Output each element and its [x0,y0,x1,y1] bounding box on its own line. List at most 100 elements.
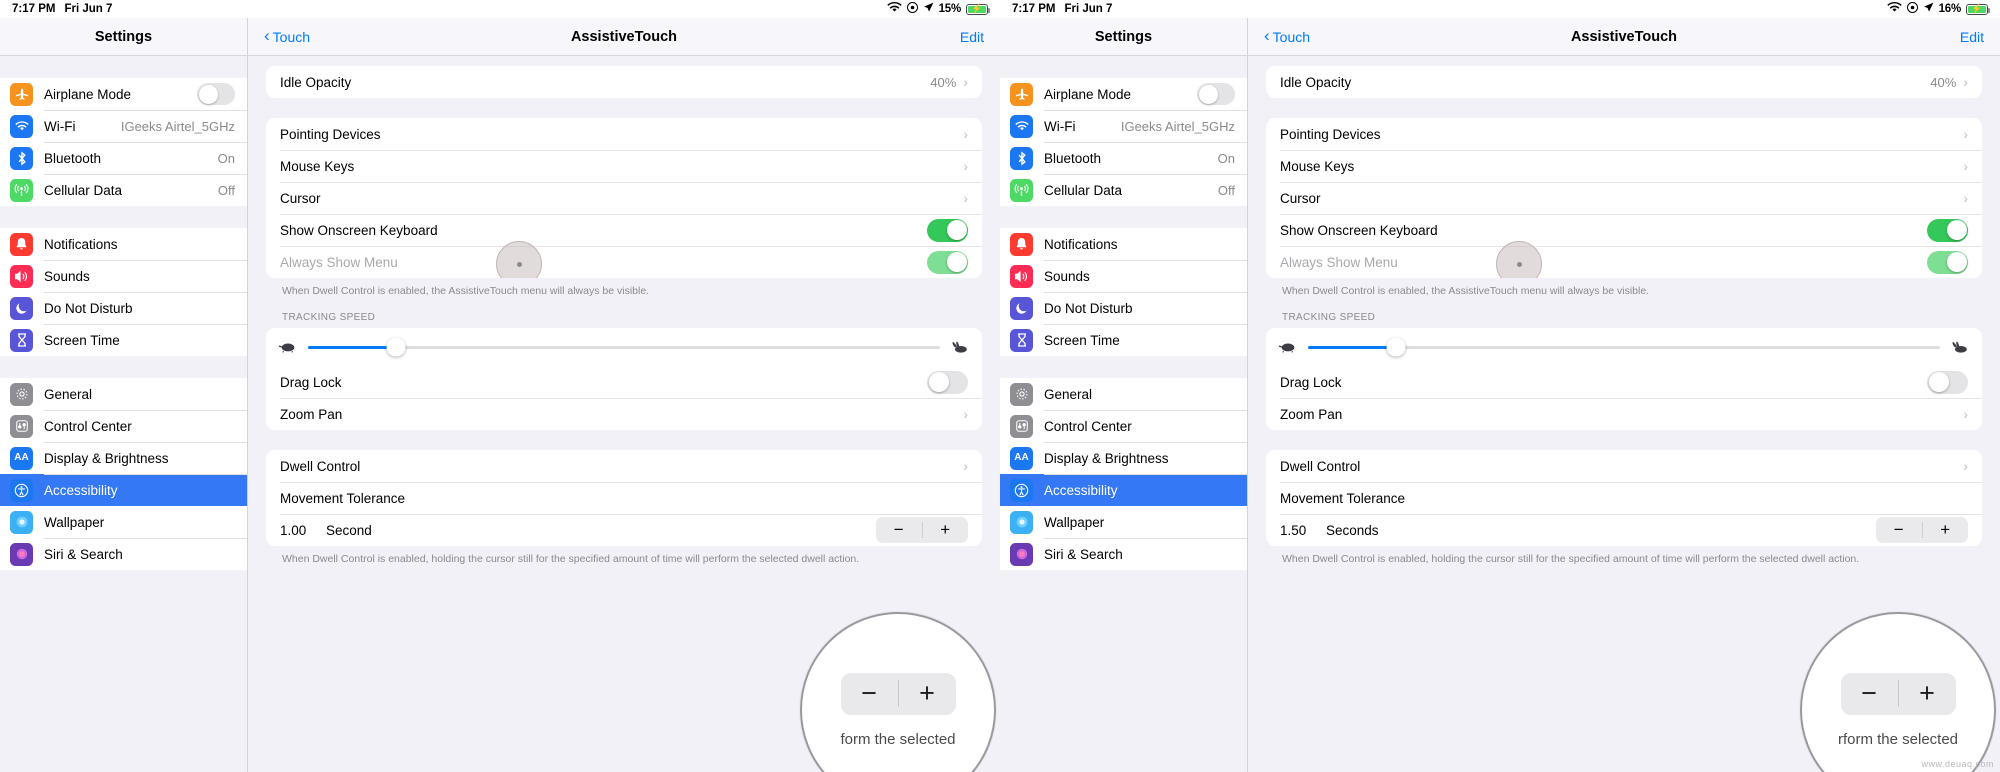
row-drag-lock[interactable]: Drag Lock [266,366,982,398]
sidebar-item-label: Do Not Disturb [1044,300,1133,316]
sidebar-item-display-brightness[interactable]: AA Display & Brightness [0,442,247,474]
sidebar-item-label: Control Center [1044,418,1132,434]
sidebar-item-wallpaper[interactable]: Wallpaper [1000,506,1247,538]
row-mouse-keys[interactable]: Mouse Keys › [1266,150,1982,182]
drag-lock-switch[interactable] [1927,370,1968,394]
row-idle-opacity[interactable]: Idle Opacity 40% › [266,66,982,98]
edit-button[interactable]: Edit [960,29,984,45]
tolerance-increment-button[interactable]: + [1923,517,1969,543]
show-onscreen-keyboard-switch[interactable] [927,218,968,242]
sidebar-item-wifi[interactable]: Wi-Fi IGeeks Airtel_5GHz [0,110,247,142]
row-always-show-menu[interactable]: Always Show Menu [266,241,982,278]
sidebar-item-do-not-disturb[interactable]: Do Not Disturb [1000,292,1247,324]
row-label: Always Show Menu [280,254,398,270]
cellular-icon [10,178,33,202]
chevron-right-icon: › [1963,126,1968,142]
sidebar-item-sounds[interactable]: Sounds [0,260,247,292]
magnified-stepper[interactable]: − + [1840,672,1956,715]
airplane-mode-toggle[interactable] [1197,83,1235,105]
airplane-mode-toggle[interactable] [197,83,235,105]
sidebar-item-wifi[interactable]: Wi-Fi IGeeks Airtel_5GHz [1000,110,1247,142]
sidebar-item-bluetooth[interactable]: Bluetooth On [1000,142,1247,174]
magnifier-callout: − + form the selected [800,612,996,772]
sidebar-item-airplane-mode[interactable]: Airplane Mode [0,78,247,110]
tolerance-decrement-button[interactable]: − [876,517,922,543]
row-idle-opacity[interactable]: Idle Opacity 40% › [1266,66,1982,98]
drag-lock-switch[interactable] [927,370,968,394]
tolerance-stepper[interactable]: − + [1876,517,1969,544]
tracking-speed-slider[interactable] [1308,337,1940,357]
rabbit-icon [950,340,970,354]
sidebar-item-sounds[interactable]: Sounds [1000,260,1247,292]
tracking-speed-slider[interactable] [308,337,940,357]
chevron-right-icon: › [1963,190,1968,206]
row-dwell-control[interactable]: Dwell Control › [1266,450,1982,482]
sidebar-item-siri-search[interactable]: Siri & Search [1000,538,1247,570]
sidebar-item-screen-time[interactable]: Screen Time [1000,324,1247,356]
magnified-decrement-button[interactable]: − [1841,673,1898,715]
edit-button[interactable]: Edit [1960,29,1984,45]
row-cursor[interactable]: Cursor › [266,182,982,214]
sidebar-item-display-brightness[interactable]: AA Display & Brightness [1000,442,1247,474]
sidebar-item-control-center[interactable]: Control Center [0,410,247,442]
sidebar-item-cellular-data[interactable]: Cellular Data Off [0,174,247,206]
row-dwell-control[interactable]: Dwell Control › [266,450,982,482]
sidebar-item-accessibility[interactable]: Accessibility [0,474,247,506]
row-pointing-devices[interactable]: Pointing Devices › [266,118,982,150]
cellular-value: Off [1217,182,1235,198]
screen-panel-right: 7:17 PM Fri Jun 7 16% ⚡ Settings Airplan… [1000,0,2000,772]
row-movement-tolerance[interactable]: Movement Tolerance [266,482,982,514]
tolerance-stepper[interactable]: − + [876,517,969,544]
sidebar-item-label: Wi-Fi [1044,118,1076,134]
tolerance-increment-button[interactable]: + [923,517,969,543]
sidebar-item-notifications[interactable]: Notifications [0,228,247,260]
magnified-increment-button[interactable]: + [1899,673,1956,715]
back-button-touch[interactable]: ‹ Touch [1264,27,1310,45]
sidebar-item-control-center[interactable]: Control Center [1000,410,1247,442]
magnified-increment-button[interactable]: + [899,673,956,715]
status-bar: 7:17 PM Fri Jun 7 15% ⚡ [0,0,1000,18]
row-drag-lock[interactable]: Drag Lock [1266,366,1982,398]
always-show-menu-switch[interactable] [927,250,968,274]
sidebar-item-accessibility[interactable]: Accessibility [1000,474,1247,506]
sidebar-item-general[interactable]: General [1000,378,1247,410]
back-button-label: Touch [272,28,311,45]
always-show-menu-switch[interactable] [1927,250,1968,274]
row-show-onscreen-keyboard[interactable]: Show Onscreen Keyboard [1266,214,1982,246]
row-always-show-menu[interactable]: Always Show Menu [1266,241,1982,278]
status-bar-left: 7:17 PM Fri Jun 7 [12,3,112,15]
wifi-network-value: IGeeks Airtel_5GHz [1120,118,1235,134]
sidebar-item-airplane-mode[interactable]: Airplane Mode [1000,78,1247,110]
row-label: Zoom Pan [1280,406,1343,422]
sidebar-title: Settings [0,18,247,56]
chevron-right-icon: › [963,458,968,475]
magnified-decrement-button[interactable]: − [841,673,898,715]
magnified-stepper[interactable]: − + [840,672,956,715]
dwell-control-card: Dwell Control › Movement Tolerance 1.00 … [266,450,982,547]
row-cursor[interactable]: Cursor › [1266,182,1982,214]
row-zoom-pan[interactable]: Zoom Pan › [1266,398,1982,430]
row-movement-tolerance[interactable]: Movement Tolerance [1266,482,1982,514]
sidebar-spacer [0,356,247,378]
back-button-touch[interactable]: ‹ Touch [264,27,311,45]
sidebar-item-label: Notifications [1044,236,1118,252]
sidebar-item-siri-search[interactable]: Siri & Search [0,538,247,570]
show-onscreen-keyboard-switch[interactable] [1927,218,1968,242]
sidebar-item-wallpaper[interactable]: Wallpaper [0,506,247,538]
sidebar-item-general[interactable]: General [0,378,247,410]
status-time: 7:17 PM [12,3,56,15]
row-zoom-pan[interactable]: Zoom Pan › [266,398,982,430]
row-label: Dwell Control [1280,458,1361,474]
sidebar-item-cellular-data[interactable]: Cellular Data Off [1000,174,1247,206]
sidebar-item-screen-time[interactable]: Screen Time [0,324,247,356]
always-show-menu-footnote: When Dwell Control is enabled, the Assis… [282,285,650,297]
hourglass-icon [10,328,33,352]
row-mouse-keys[interactable]: Mouse Keys › [266,150,982,182]
row-pointing-devices[interactable]: Pointing Devices › [1266,118,1982,150]
row-show-onscreen-keyboard[interactable]: Show Onscreen Keyboard [266,214,982,246]
sidebar-item-do-not-disturb[interactable]: Do Not Disturb [0,292,247,324]
chevron-right-icon: › [1963,458,1968,475]
sidebar-item-bluetooth[interactable]: Bluetooth On [0,142,247,174]
sidebar-item-notifications[interactable]: Notifications [1000,228,1247,260]
tolerance-decrement-button[interactable]: − [1876,517,1922,543]
